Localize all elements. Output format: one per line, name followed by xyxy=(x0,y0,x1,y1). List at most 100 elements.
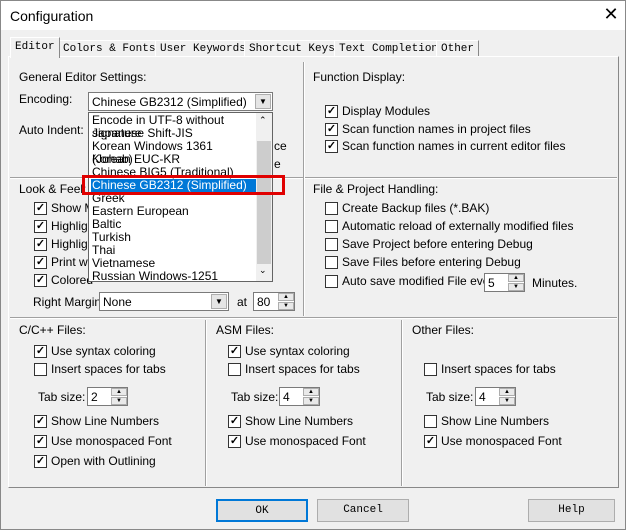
encoding-option[interactable]: Turkish xyxy=(91,231,256,244)
divider xyxy=(205,320,207,486)
tab-colors-fonts[interactable]: Colors & Fonts xyxy=(58,40,161,57)
function-checkbox-label[interactable]: Scan function names in project files xyxy=(342,122,531,136)
divider xyxy=(401,320,403,486)
c-tab-size-spinner[interactable]: 2 ▲ ▼ xyxy=(87,387,128,406)
asm-checkbox-label[interactable]: Use monospaced Font xyxy=(245,434,366,448)
autosave-interval-value: 5 xyxy=(488,276,495,290)
scroll-down-icon[interactable]: ⌄ xyxy=(259,265,267,276)
function-checkbox[interactable]: ✓ xyxy=(325,140,338,153)
asm-tab-size-label: Tab size: xyxy=(231,390,279,404)
scrollbar-thumb[interactable] xyxy=(257,141,271,264)
right-margin-select[interactable]: None ▼ xyxy=(99,292,229,311)
asm-tab-size-value: 4 xyxy=(283,390,290,404)
cfiles-checkbox-label[interactable]: Use monospaced Font xyxy=(51,434,172,448)
ok-button[interactable]: OK xyxy=(216,499,308,522)
cfiles-checkbox[interactable]: ✓ xyxy=(34,435,47,448)
file-checkbox[interactable] xyxy=(325,238,338,251)
asm-checkbox-label[interactable]: Insert spaces for tabs xyxy=(245,362,360,376)
right-margin-value: None xyxy=(103,295,132,309)
file-checkbox[interactable] xyxy=(325,202,338,215)
general-settings-heading: General Editor Settings: xyxy=(19,70,147,84)
asm-files-heading: ASM Files: xyxy=(216,323,275,337)
cfiles-checkbox-label[interactable]: Open with Outlining xyxy=(51,454,156,468)
at-label: at xyxy=(237,295,248,309)
look-checkbox-label[interactable]: Colored xyxy=(51,273,93,287)
asm-checkbox[interactable]: ✓ xyxy=(228,345,241,358)
tab-user-keywords[interactable]: User Keywords xyxy=(155,40,251,57)
encoding-select[interactable]: Chinese GB2312 (Simplified) ▼ xyxy=(88,92,273,111)
tab-text-completion[interactable]: Text Completion xyxy=(334,40,444,57)
asm-checkbox-label[interactable]: Show Line Numbers xyxy=(245,414,353,428)
spin-up-icon[interactable]: ▲ xyxy=(499,388,515,396)
divider xyxy=(303,62,305,316)
tab-shortcut-keys[interactable]: Shortcut Keys xyxy=(244,40,340,57)
function-checkbox[interactable]: ✓ xyxy=(325,105,338,118)
spin-up-icon[interactable]: ▲ xyxy=(508,274,524,282)
chevron-down-icon[interactable]: ▼ xyxy=(211,294,227,309)
look-checkbox[interactable]: ✓ xyxy=(34,238,47,251)
spin-down-icon[interactable]: ▼ xyxy=(499,397,515,405)
highlight-annotation xyxy=(82,175,285,195)
scrollbar[interactable]: ⌃ ⌄ xyxy=(256,113,272,281)
other-checkbox-label[interactable]: Insert spaces for tabs xyxy=(441,362,556,376)
file-checkbox-label[interactable]: Save Project before entering Debug xyxy=(342,237,533,251)
spin-up-icon[interactable]: ▲ xyxy=(111,388,127,396)
look-checkbox[interactable]: ✓ xyxy=(34,256,47,269)
file-checkbox[interactable] xyxy=(325,256,338,269)
file-project-heading: File & Project Handling: xyxy=(313,182,439,196)
tab-editor[interactable]: Editor xyxy=(10,37,60,58)
asm-checkbox-label[interactable]: Use syntax coloring xyxy=(245,344,350,358)
hidden-text-fragment: e xyxy=(274,157,281,171)
asm-tab-size-spinner[interactable]: 4 ▲ ▼ xyxy=(279,387,320,406)
cfiles-checkbox[interactable]: ✓ xyxy=(34,455,47,468)
function-checkbox-label[interactable]: Scan function names in current editor fi… xyxy=(342,139,565,153)
encoding-dropdown-list[interactable]: ⌃ ⌄ Encode in UTF-8 without signature Jap… xyxy=(88,112,273,283)
other-files-heading: Other Files: xyxy=(412,323,475,337)
tab-other[interactable]: Other xyxy=(436,40,480,57)
spin-up-icon[interactable]: ▲ xyxy=(278,293,294,301)
encoding-label: Encoding: xyxy=(19,92,73,106)
spin-up-icon[interactable]: ▲ xyxy=(303,388,319,396)
asm-checkbox[interactable]: ✓ xyxy=(228,415,241,428)
asm-checkbox[interactable]: ✓ xyxy=(228,435,241,448)
other-checkbox-label[interactable]: Use monospaced Font xyxy=(441,434,562,448)
look-checkbox[interactable]: ✓ xyxy=(34,220,47,233)
cfiles-checkbox-label[interactable]: Show Line Numbers xyxy=(51,414,159,428)
cfiles-checkbox[interactable] xyxy=(34,363,47,376)
file-checkbox[interactable] xyxy=(325,275,338,288)
other-checkbox[interactable]: ✓ xyxy=(424,435,437,448)
other-checkbox[interactable] xyxy=(424,363,437,376)
function-checkbox-label[interactable]: Display Modules xyxy=(342,104,430,118)
spin-down-icon[interactable]: ▼ xyxy=(303,397,319,405)
file-checkbox-label[interactable]: Automatic reload of externally modified … xyxy=(342,219,573,233)
cancel-button[interactable]: Cancel xyxy=(317,499,409,522)
look-checkbox[interactable]: ✓ xyxy=(34,202,47,215)
file-checkbox[interactable] xyxy=(325,220,338,233)
look-checkbox[interactable]: ✓ xyxy=(34,274,47,287)
help-button[interactable]: Help xyxy=(528,499,615,522)
spin-down-icon[interactable]: ▼ xyxy=(278,302,294,310)
autosave-interval-spinner[interactable]: 5 ▲ ▼ xyxy=(484,273,525,292)
other-checkbox-label[interactable]: Show Line Numbers xyxy=(441,414,549,428)
margin-column-spinner[interactable]: 80 ▲ ▼ xyxy=(253,292,295,311)
cfiles-checkbox-label[interactable]: Use syntax coloring xyxy=(51,344,156,358)
file-checkbox-label[interactable]: Create Backup files (*.BAK) xyxy=(342,201,489,215)
chevron-down-icon[interactable]: ▼ xyxy=(255,94,271,109)
spin-down-icon[interactable]: ▼ xyxy=(111,397,127,405)
encoding-value: Chinese GB2312 (Simplified) xyxy=(92,95,247,109)
scroll-up-icon[interactable]: ⌃ xyxy=(259,115,267,126)
encoding-option[interactable]: Russian Windows-1251 xyxy=(91,270,256,283)
file-checkbox-label[interactable]: Save Files before entering Debug xyxy=(342,255,521,269)
spin-down-icon[interactable]: ▼ xyxy=(508,283,524,291)
other-checkbox[interactable] xyxy=(424,415,437,428)
look-feel-heading: Look & Feel: xyxy=(19,182,87,196)
close-icon[interactable]: ✕ xyxy=(599,4,623,25)
file-checkbox-label[interactable]: Auto save modified File every xyxy=(342,274,499,288)
cfiles-checkbox[interactable]: ✓ xyxy=(34,415,47,428)
cfiles-checkbox-label[interactable]: Insert spaces for tabs xyxy=(51,362,166,376)
asm-checkbox[interactable] xyxy=(228,363,241,376)
cfiles-checkbox[interactable]: ✓ xyxy=(34,345,47,358)
function-checkbox[interactable]: ✓ xyxy=(325,123,338,136)
other-tab-size-spinner[interactable]: 4 ▲ ▼ xyxy=(475,387,516,406)
other-tab-size-value: 4 xyxy=(479,390,486,404)
